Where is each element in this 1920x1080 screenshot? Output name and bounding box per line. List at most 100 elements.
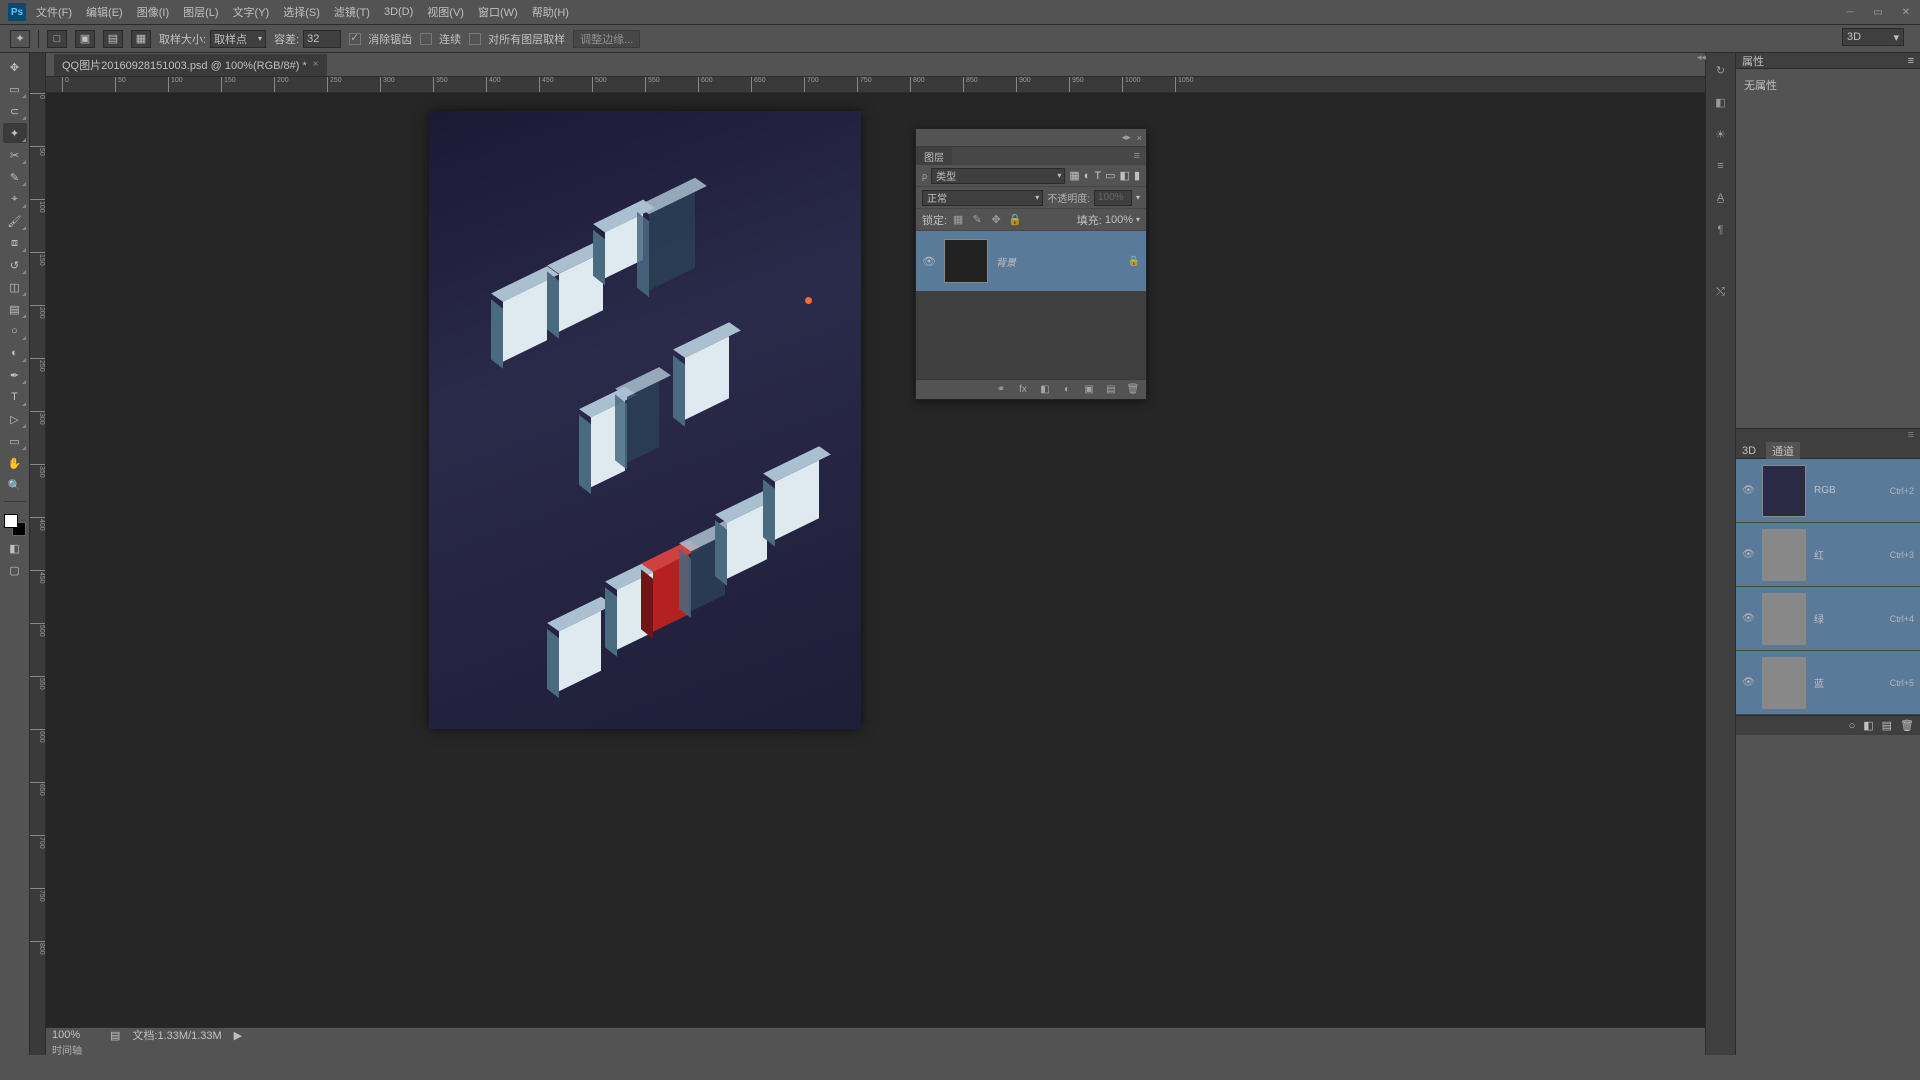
layer-name[interactable]: 背景 [996, 254, 1016, 269]
selection-intersect-icon[interactable]: ▦ [131, 30, 151, 48]
layer-fx-icon[interactable]: fx [1014, 382, 1032, 398]
sample-all-checkbox[interactable] [469, 33, 481, 45]
layer-visibility-icon[interactable]: 👁 [922, 255, 936, 268]
zoom-tool[interactable]: 🔍 [3, 475, 27, 495]
document-tab-close-icon[interactable]: × [313, 59, 319, 70]
dodge-tool[interactable]: ◐ [3, 343, 27, 363]
healing-tool[interactable]: ⌖ [3, 189, 27, 209]
lock-pos-icon[interactable]: ✥ [988, 212, 1004, 228]
selection-add-icon[interactable]: ▣ [75, 30, 95, 48]
canvas-artwork[interactable] [429, 111, 861, 729]
menu-window[interactable]: 窗口(W) [478, 4, 518, 20]
layers-panel[interactable]: ◂▸× 图层 ≡ ρ 类型 ▦ ◐ T ▭ ◧ ▮ 正常 不透明度: 100% … [915, 128, 1147, 400]
selection-subtract-icon[interactable]: ▤ [103, 30, 123, 48]
fill-input[interactable]: 100% [1105, 214, 1133, 226]
channel-visibility-icon[interactable]: 👁 [1742, 485, 1754, 496]
tool-preset-icon[interactable]: ✦ [10, 30, 30, 48]
document-tab[interactable]: QQ图片20160928151003.psd @ 100%(RGB/8#) * … [54, 54, 327, 76]
channel-visibility-icon[interactable]: 👁 [1742, 613, 1754, 624]
window-close-icon[interactable]: ✕ [1892, 1, 1920, 23]
tab-3d[interactable]: 3D [1742, 445, 1756, 457]
panel-collapse-icon[interactable]: ◂▸ [1122, 132, 1131, 143]
magic-wand-tool[interactable]: ✦ [3, 123, 27, 143]
layer-group-icon[interactable]: ▣ [1080, 382, 1098, 398]
anti-alias-checkbox[interactable] [349, 33, 361, 45]
type-tool[interactable]: T [3, 387, 27, 407]
marquee-tool[interactable]: ▭ [3, 79, 27, 99]
opacity-input[interactable]: 100% [1094, 190, 1132, 206]
channel-row[interactable]: 👁蓝Ctrl+5 [1736, 651, 1920, 715]
panel-menu-icon[interactable]: ≡ [1134, 150, 1146, 162]
menu-filter[interactable]: 滤镜(T) [334, 4, 370, 20]
pen-tool[interactable]: ✒ [3, 365, 27, 385]
window-minimize-icon[interactable]: ─ [1836, 1, 1864, 23]
sample-size-select[interactable]: 取样点 [210, 30, 266, 48]
gradient-tool[interactable]: ▤ [3, 299, 27, 319]
channel-visibility-icon[interactable]: 👁 [1742, 677, 1754, 688]
zoom-level[interactable]: 100% [52, 1029, 98, 1041]
timeline-label[interactable]: 时间轴 [52, 1042, 82, 1056]
menu-3d[interactable]: 3D(D) [384, 6, 413, 18]
panel-collapse-arrow-icon[interactable]: ◂◂ [1697, 52, 1706, 63]
channel-row[interactable]: 👁绿Ctrl+4 [1736, 587, 1920, 651]
adjustment-layer-icon[interactable]: ◐ [1058, 382, 1076, 398]
dock-history-icon[interactable]: ↻ [1710, 59, 1732, 81]
dock-adjust-icon[interactable]: ☀ [1710, 123, 1732, 145]
color-swatch[interactable] [4, 514, 26, 536]
quickmask-icon[interactable]: ◧ [3, 538, 27, 558]
channel-row[interactable]: 👁RGBCtrl+2 [1736, 459, 1920, 523]
eraser-tool[interactable]: ◫ [3, 277, 27, 297]
menu-edit[interactable]: 编辑(E) [86, 4, 123, 20]
menu-image[interactable]: 图像(I) [137, 4, 169, 20]
blend-mode-select[interactable]: 正常 [922, 190, 1043, 206]
menu-file[interactable]: 文件(F) [36, 4, 72, 20]
layer-mask-icon[interactable]: ◧ [1036, 382, 1054, 398]
filter-shape-icon[interactable]: ▭ [1105, 169, 1115, 182]
menu-select[interactable]: 选择(S) [283, 4, 320, 20]
contiguous-checkbox[interactable] [420, 33, 432, 45]
window-restore-icon[interactable]: ▭ [1864, 1, 1892, 23]
properties-tab[interactable]: 属性 [1742, 53, 1764, 69]
blur-tool[interactable]: ○ [3, 321, 27, 341]
dock-color-icon[interactable]: ◧ [1710, 91, 1732, 113]
new-layer-icon[interactable]: ▤ [1102, 382, 1120, 398]
menu-type[interactable]: 文字(Y) [233, 4, 270, 20]
channel-to-selection-icon[interactable]: ○ [1849, 720, 1856, 732]
history-brush-tool[interactable]: ↺ [3, 255, 27, 275]
lock-pixel-icon[interactable]: ✎ [969, 212, 985, 228]
crop-tool[interactable]: ✂ [3, 145, 27, 165]
stamp-tool[interactable]: ⧈ [3, 233, 27, 253]
panel-menu-icon[interactable]: ≡ [1908, 55, 1914, 67]
dock-paragraph-icon[interactable]: ≡ [1710, 155, 1732, 177]
screenmode-icon[interactable]: ▢ [3, 560, 27, 580]
doc-size[interactable]: 文档:1.33M/1.33M [132, 1027, 221, 1043]
filter-adjust-icon[interactable]: ◐ [1084, 170, 1091, 182]
lasso-tool[interactable]: ⊂ [3, 101, 27, 121]
dock-character-icon[interactable]: A̲ [1710, 187, 1732, 209]
status-nav-icon[interactable]: ▤ [110, 1029, 120, 1042]
filter-pixel-icon[interactable]: ▦ [1069, 169, 1079, 182]
dock-align-icon[interactable]: ¶ [1710, 219, 1732, 241]
status-arrow-icon[interactable]: ▶ [234, 1029, 242, 1042]
eyedropper-tool[interactable]: ✎ [3, 167, 27, 187]
path-select-tool[interactable]: ▷ [3, 409, 27, 429]
save-selection-icon[interactable]: ◧ [1863, 719, 1873, 732]
channel-visibility-icon[interactable]: 👁 [1742, 549, 1754, 560]
layer-thumbnail[interactable] [944, 239, 988, 283]
brush-tool[interactable]: 🖌 [3, 211, 27, 231]
new-channel-icon[interactable]: ▤ [1882, 719, 1892, 732]
delete-channel-icon[interactable]: 🗑 [1900, 719, 1914, 732]
layer-filter-select[interactable]: 类型 [931, 168, 1065, 184]
hand-tool[interactable]: ✋ [3, 453, 27, 473]
menu-help[interactable]: 帮助(H) [532, 4, 569, 20]
lock-all-icon[interactable]: 🔒 [1007, 212, 1023, 228]
delete-layer-icon[interactable]: 🗑 [1124, 382, 1142, 398]
filter-type-icon[interactable]: T [1094, 170, 1101, 182]
menu-view[interactable]: 视图(V) [427, 4, 464, 20]
tab-channels[interactable]: 通道 [1766, 442, 1800, 460]
shape-tool[interactable]: ▭ [3, 431, 27, 451]
dock-swap-icon[interactable]: ⤭ [1710, 281, 1732, 303]
menu-layer[interactable]: 图层(L) [183, 4, 218, 20]
layer-row-background[interactable]: 👁 背景 🔒 [916, 231, 1146, 291]
channel-row[interactable]: 👁红Ctrl+3 [1736, 523, 1920, 587]
